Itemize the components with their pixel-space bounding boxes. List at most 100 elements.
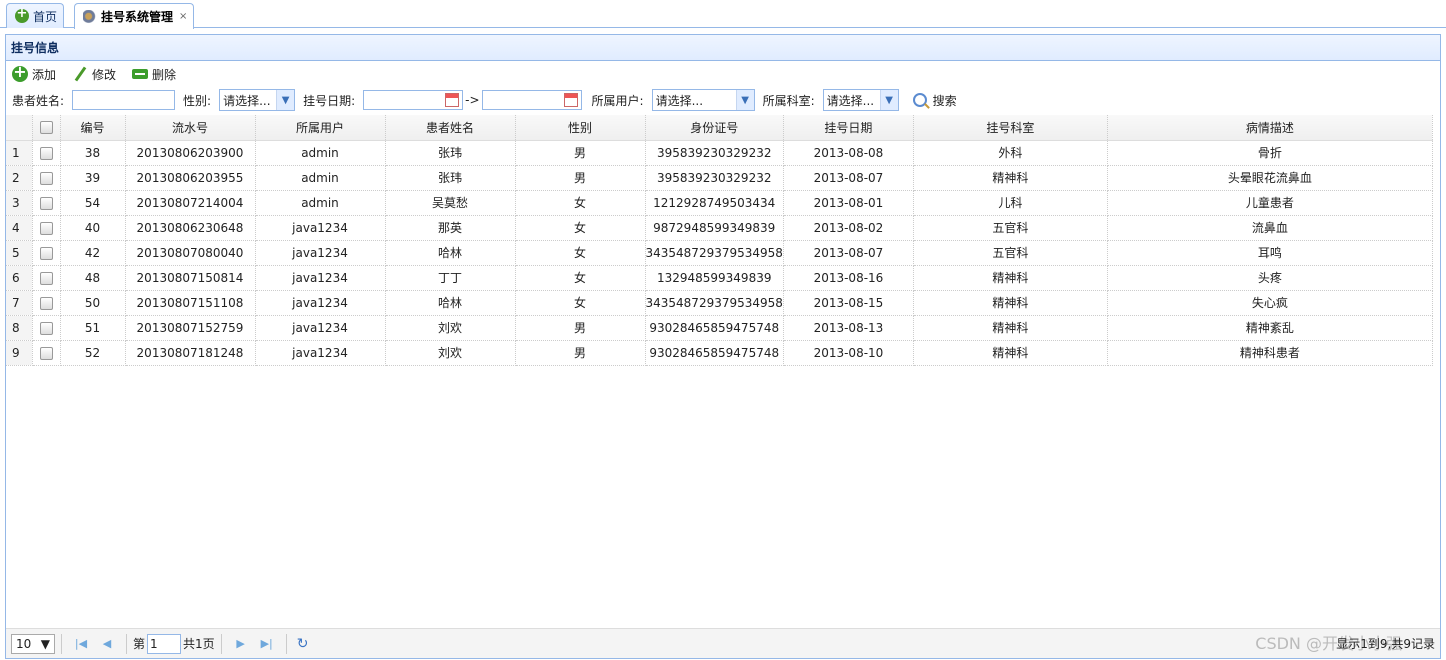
table-cell: java1234	[255, 265, 386, 291]
table-cell: 男	[515, 165, 646, 191]
last-page-icon[interactable]: ▶|	[254, 637, 280, 650]
home-icon	[15, 6, 29, 23]
column-header[interactable]: 挂号日期	[783, 115, 914, 141]
table-row[interactable]: 4 40 20130806230648 java1234 那英女 987294859934…	[6, 215, 1433, 241]
user-label: 所属用户:	[591, 93, 644, 108]
table-cell: 20130807151108	[125, 290, 256, 316]
column-header[interactable]: 编号	[60, 115, 126, 141]
row-checkbox[interactable]	[32, 215, 61, 241]
row-checkbox[interactable]	[32, 240, 61, 266]
calendar-icon[interactable]	[563, 93, 578, 107]
date-end-input[interactable]	[481, 90, 582, 110]
refresh-icon[interactable]: ↻	[293, 636, 313, 652]
table-cell: 丁丁	[385, 265, 516, 291]
table-cell: 2013-08-07	[783, 240, 914, 266]
table-cell: 40	[60, 215, 126, 241]
tab-registration-management[interactable]: 挂号系统管理 ×	[74, 3, 195, 29]
column-header[interactable]: 所属用户	[255, 115, 386, 141]
registration-panel: 挂号信息 添加 修改 删除 患者姓名: 性别: 请选择... ▼	[5, 34, 1441, 659]
column-header[interactable]: 患者姓名	[385, 115, 516, 141]
page-size-select[interactable]: 10 ▼	[11, 633, 55, 654]
table-cell: 93028465859475748	[645, 315, 784, 341]
table-cell: 吴莫愁	[385, 190, 516, 216]
table-cell: 儿童患者	[1107, 190, 1433, 216]
table-cell: 343548729379534958	[645, 290, 784, 316]
delete-button[interactable]: 删除	[132, 66, 176, 83]
date-start-input[interactable]	[363, 90, 464, 110]
user-select[interactable]: 请选择... ▼	[651, 89, 755, 111]
table-row[interactable]: 1 38 20130806203900 admin 张玮男 395839230329232…	[6, 140, 1433, 166]
row-checkbox[interactable]	[32, 190, 61, 216]
row-checkbox[interactable]	[32, 140, 61, 166]
patient-name-input[interactable]	[72, 90, 176, 110]
table-cell: 39	[60, 165, 126, 191]
select-all-checkbox[interactable]	[32, 115, 61, 141]
column-header[interactable]: 病情描述	[1107, 115, 1433, 141]
table-row[interactable]: 2 39 20130806203955 admin 张玮男 395839230329232…	[6, 165, 1433, 191]
table-row[interactable]: 5 42 20130807080040 java1234 哈林女 343548729379…	[6, 240, 1433, 266]
table-cell: 2013-08-07	[783, 165, 914, 191]
dept-select-value: 请选择...	[826, 93, 875, 108]
page-size-value: 10	[16, 636, 32, 651]
edit-button[interactable]: 修改	[72, 66, 116, 83]
row-number-header	[6, 115, 33, 141]
table-row[interactable]: 9 52 20130807181248 java1234 刘欢男 930284658594…	[6, 340, 1433, 366]
delete-label: 删除	[152, 67, 177, 82]
add-icon	[12, 62, 28, 82]
first-page-icon[interactable]: |◀	[68, 637, 94, 650]
table-row[interactable]: 7 50 20130807151108 java1234 哈林女 343548729379…	[6, 290, 1433, 316]
table-cell: java1234	[255, 315, 386, 341]
table-row[interactable]: 6 48 20130807150814 java1234 丁丁女 132948599349…	[6, 265, 1433, 291]
tab-bar: 首页 挂号系统管理 ×	[0, 0, 1446, 29]
column-header[interactable]: 身份证号	[645, 115, 784, 141]
page-number-input[interactable]: 1	[147, 633, 182, 654]
chevron-down-icon[interactable]: ▼	[879, 90, 898, 110]
table-cell: admin	[255, 140, 386, 166]
gender-select-value: 请选择...	[223, 93, 271, 108]
column-header[interactable]: 流水号	[125, 115, 256, 141]
table-cell: 20130807150814	[125, 265, 256, 291]
table-cell: 395839230329232	[645, 140, 784, 166]
patient-name-label: 患者姓名:	[12, 93, 65, 108]
table-cell: 54	[60, 190, 126, 216]
row-checkbox[interactable]	[32, 290, 61, 316]
row-checkbox[interactable]	[32, 340, 61, 366]
chevron-down-icon[interactable]: ▼	[276, 90, 295, 110]
row-number: 1	[6, 140, 33, 166]
next-page-icon[interactable]: ▶	[228, 637, 254, 650]
table-row[interactable]: 3 54 20130807214004 admin 吴莫愁女 12129287495034…	[6, 190, 1433, 216]
table-cell: 20130806203955	[125, 165, 256, 191]
table-cell: 42	[60, 240, 126, 266]
table-cell: 骨折	[1107, 140, 1433, 166]
table-cell: java1234	[255, 215, 386, 241]
page-prefix: 第	[133, 637, 146, 651]
chevron-down-icon[interactable]: ▼	[735, 90, 754, 110]
column-header[interactable]: 挂号科室	[913, 115, 1108, 141]
row-checkbox[interactable]	[32, 165, 61, 191]
search-button[interactable]: 搜索	[912, 92, 957, 109]
prev-page-icon[interactable]: ◀	[94, 637, 120, 650]
dept-select[interactable]: 请选择... ▼	[822, 89, 899, 111]
user-select-value: 请选择...	[655, 93, 704, 108]
gender-select[interactable]: 请选择... ▼	[219, 89, 296, 111]
table-cell: admin	[255, 190, 386, 216]
table-cell: admin	[255, 165, 386, 191]
caret-down-icon: ▼	[40, 636, 50, 651]
close-icon[interactable]: ×	[179, 11, 187, 22]
tab-home[interactable]: 首页	[6, 3, 65, 28]
row-checkbox[interactable]	[32, 315, 61, 341]
row-checkbox[interactable]	[32, 265, 61, 291]
table-row[interactable]: 8 51 20130807152759 java1234 刘欢男 930284658594…	[6, 315, 1433, 341]
divider	[126, 633, 127, 654]
table-body: 1 38 20130806203900 admin 张玮男 395839230329232…	[6, 140, 1433, 366]
table-cell: 52	[60, 340, 126, 366]
table-cell: 2013-08-02	[783, 215, 914, 241]
table-cell: 外科	[913, 140, 1108, 166]
table-cell: 50	[60, 290, 126, 316]
add-button[interactable]: 添加	[12, 62, 56, 83]
table-cell: 哈林	[385, 290, 516, 316]
calendar-icon[interactable]	[445, 93, 460, 107]
table-cell: 那英	[385, 215, 516, 241]
table-cell: 2013-08-10	[783, 340, 914, 366]
column-header[interactable]: 性别	[515, 115, 646, 141]
